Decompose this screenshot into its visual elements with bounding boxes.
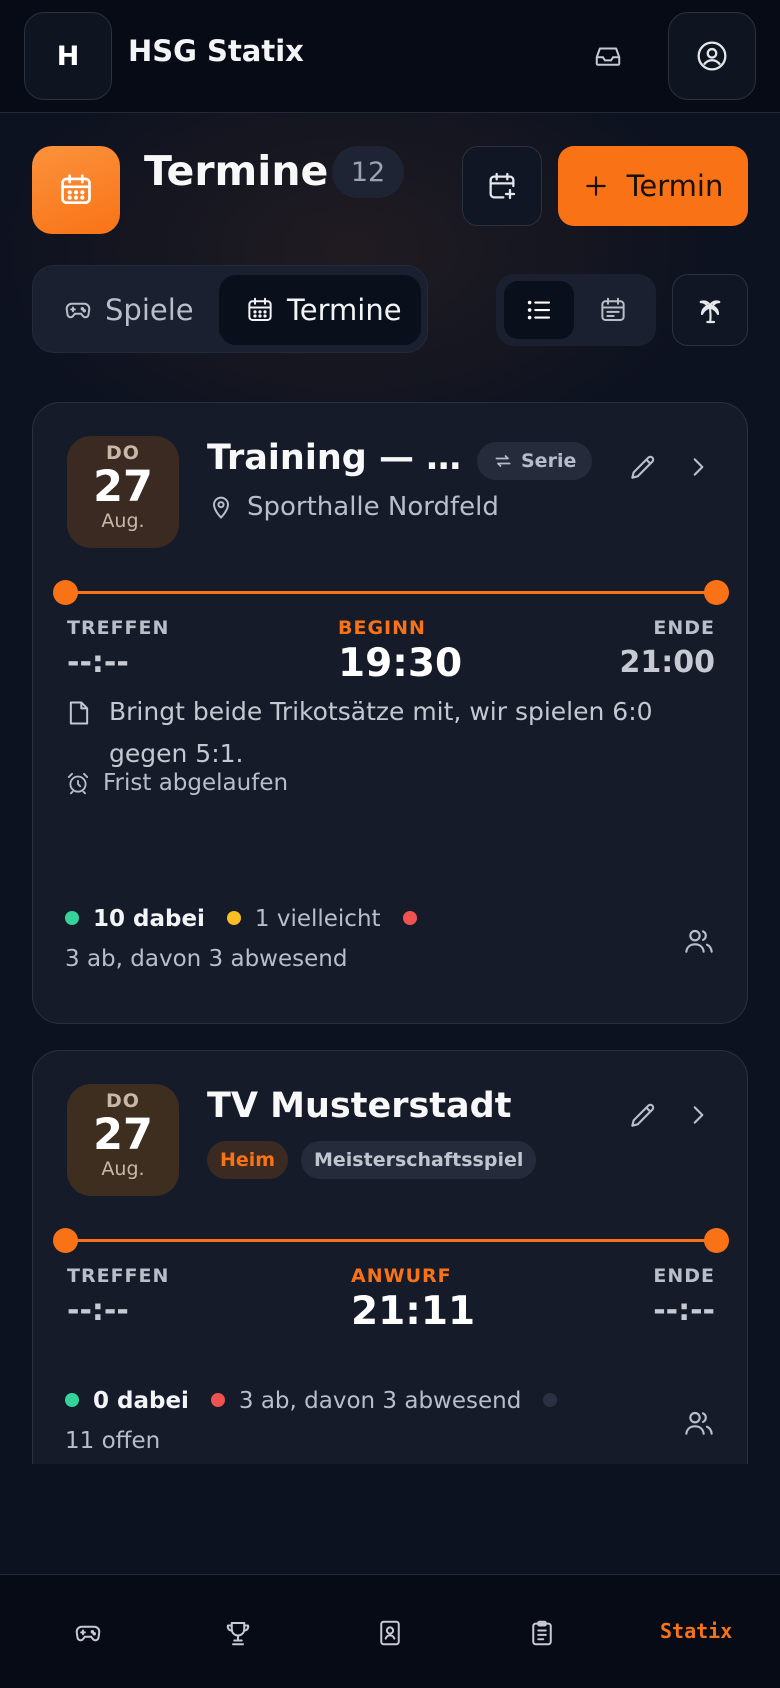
timeline-start-dot <box>53 1228 78 1253</box>
location-label: Sporthalle Nordfeld <box>247 492 499 522</box>
note-icon <box>69 701 89 725</box>
trophy-icon <box>226 1622 250 1646</box>
nav-tasks[interactable] <box>522 1613 562 1653</box>
nav-contacts[interactable] <box>370 1613 410 1653</box>
start-label: ANWURF <box>351 1265 452 1287</box>
event-title: Training — … <box>207 438 462 478</box>
date-day: 27 <box>93 462 153 512</box>
deadline-status: Frist abgelaufen <box>65 770 288 796</box>
nav-games[interactable] <box>68 1613 108 1653</box>
timeline-line <box>65 1239 717 1242</box>
meet-label: TREFFEN <box>67 1265 170 1287</box>
timeline-end-dot <box>704 1228 729 1253</box>
attendance-summary: 0 dabei 3 ab, davon 3 abwesend 11 offen <box>65 1381 571 1461</box>
clipboard-list-icon <box>532 1620 552 1646</box>
open-count: 11 offen <box>65 1428 161 1454</box>
pencil-icon <box>631 1103 655 1127</box>
gamepad-icon <box>75 1625 101 1642</box>
alarm-clock-icon <box>67 772 89 795</box>
series-badge: Serie <box>477 442 593 480</box>
time-timeline <box>53 1228 729 1253</box>
date-month: Aug. <box>101 510 145 532</box>
match-type-badge: Meisterschaftsspiel <box>301 1141 537 1179</box>
edit-button[interactable] <box>627 451 659 487</box>
chevron-right-icon <box>693 1106 704 1124</box>
note-text: Bringt beide Trikotsätze mit, wir spiele… <box>109 697 653 768</box>
event-card[interactable]: DO 27 Aug. Training — … Serie Sporthalle… <box>32 402 748 1024</box>
start-time: 19:30 <box>338 641 463 686</box>
date-badge: DO 27 Aug. <box>67 1084 179 1196</box>
pencil-icon <box>631 455 655 479</box>
users-icon <box>685 929 713 953</box>
end-label: ENDE <box>653 1265 715 1287</box>
date-badge: DO 27 Aug. <box>67 436 179 548</box>
no-count: 3 ab, davon 3 abwesend <box>238 1388 522 1414</box>
date-day: 27 <box>93 1110 153 1160</box>
event-card[interactable]: DO 27 Aug. TV Musterstadt Heim Meistersc… <box>32 1050 748 1464</box>
timeline-start-dot <box>53 580 78 605</box>
series-label: Serie <box>521 450 577 472</box>
time-timeline <box>53 580 729 605</box>
yes-count: 10 dabei <box>93 906 205 932</box>
deadline-text: Frist abgelaufen <box>103 770 289 796</box>
event-location: Sporthalle Nordfeld <box>207 492 499 522</box>
contact-book-icon <box>380 1620 400 1646</box>
bottom-navigation: Statix <box>0 1574 780 1688</box>
meet-time: --:-- <box>67 1293 129 1328</box>
start-label: BEGINN <box>338 617 426 639</box>
date-weekday: DO <box>106 442 140 464</box>
nav-trophies[interactable] <box>218 1613 258 1653</box>
yes-dot <box>65 910 79 925</box>
start-time: 21:11 <box>351 1289 476 1334</box>
event-list: DO 27 Aug. Training — … Serie Sporthalle… <box>0 0 780 1464</box>
meet-time: --:-- <box>67 645 129 680</box>
map-pin-icon <box>213 496 229 519</box>
maybe-dot <box>226 910 241 925</box>
attendees-button[interactable] <box>683 925 715 961</box>
end-label: ENDE <box>653 617 715 639</box>
maybe-count: 1 vielleicht <box>254 906 381 932</box>
date-month: Aug. <box>101 1158 145 1180</box>
no-dot <box>210 1392 225 1407</box>
chevron-right-icon <box>693 458 704 476</box>
event-title: TV Musterstadt <box>207 1086 512 1126</box>
end-time: 21:00 <box>619 645 716 680</box>
repeat-icon <box>495 455 511 467</box>
users-icon <box>685 1411 713 1435</box>
open-details-button[interactable] <box>685 453 711 485</box>
no-dot <box>402 910 417 925</box>
open-details-button[interactable] <box>685 1101 711 1133</box>
end-time: --:-- <box>653 1293 715 1328</box>
attendance-summary: 10 dabei 1 vielleicht 3 ab, davon 3 abwe… <box>65 899 431 979</box>
home-badge: Heim <box>207 1141 289 1179</box>
no-count: 3 ab, davon 3 abwesend <box>65 946 348 972</box>
timeline-end-dot <box>704 580 729 605</box>
date-weekday: DO <box>106 1090 140 1112</box>
timeline-line <box>65 591 717 594</box>
meet-label: TREFFEN <box>67 617 170 639</box>
attendees-button[interactable] <box>683 1407 715 1443</box>
yes-dot <box>65 1392 79 1407</box>
statix-brand-logo[interactable]: Statix <box>660 1619 732 1643</box>
event-note: Bringt beide Trikotsätze mit, wir spiele… <box>65 691 685 775</box>
open-dot <box>543 1392 558 1407</box>
yes-count: 0 dabei <box>93 1388 189 1414</box>
edit-button[interactable] <box>627 1099 659 1135</box>
